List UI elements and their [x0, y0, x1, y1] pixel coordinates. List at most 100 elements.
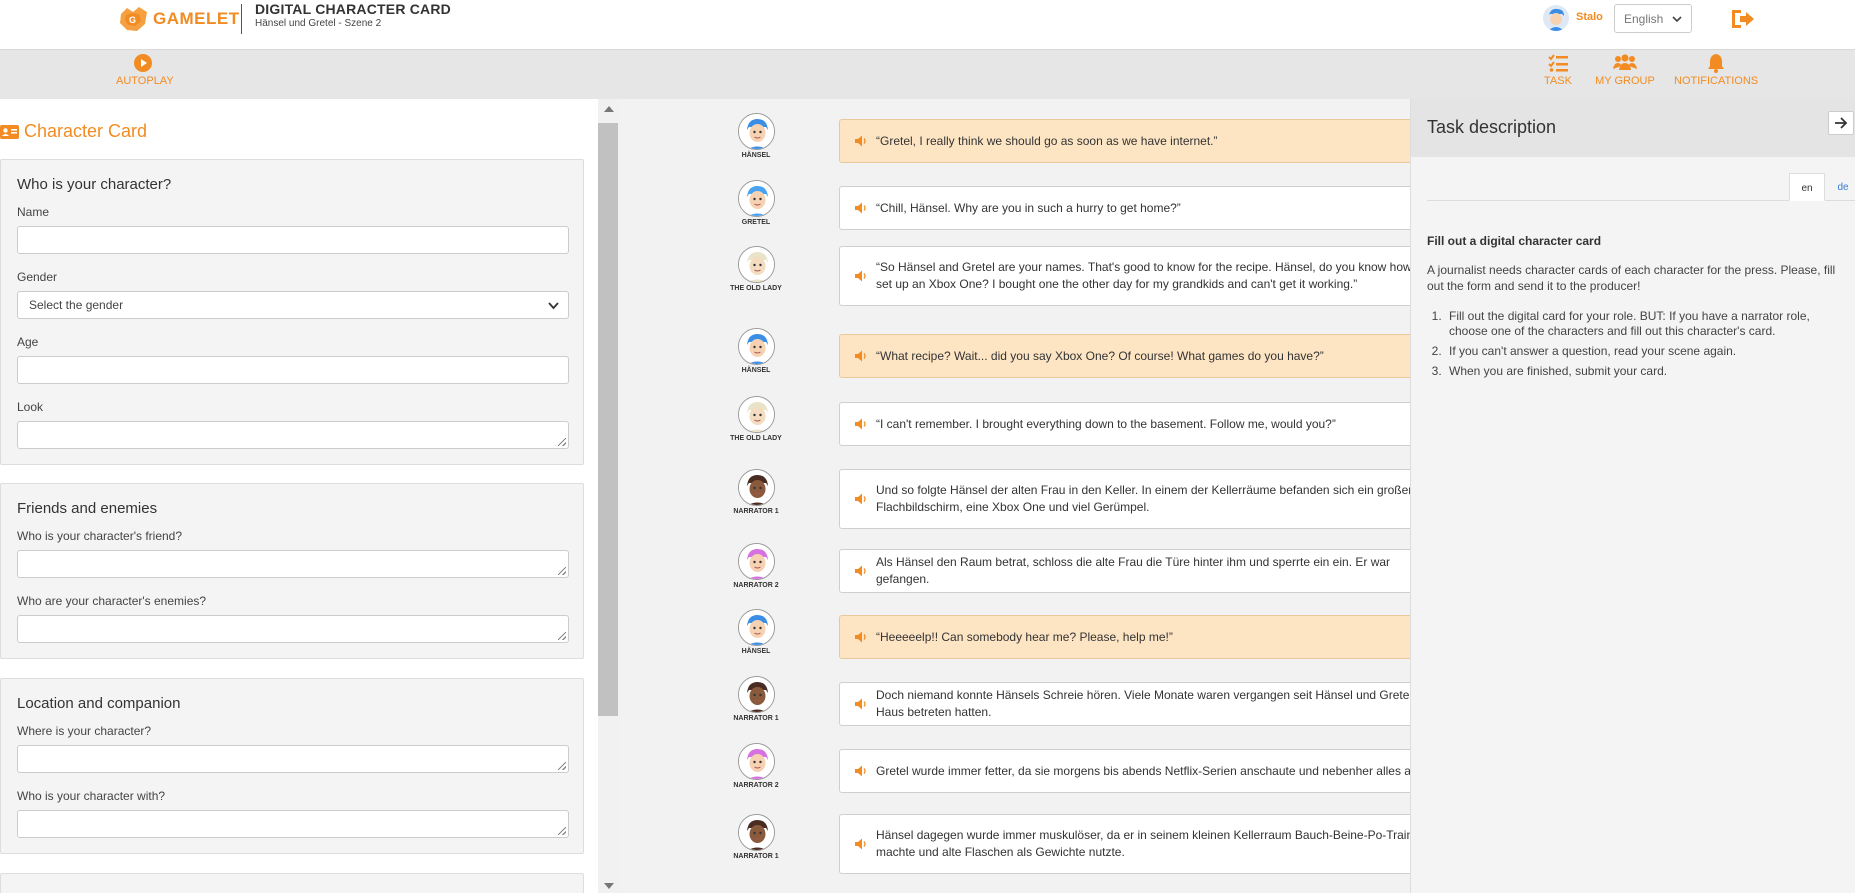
app-title: DIGITAL CHARACTER CARD: [255, 1, 451, 17]
age-label: Age: [17, 335, 39, 349]
speaker-volume-icon[interactable]: [854, 697, 868, 711]
dialogue-line[interactable]: “I can't remember. I brought everything …: [839, 402, 1410, 446]
dialogue-text: Als Hänsel den Raum betrat, schloss die …: [876, 555, 1391, 586]
dialogue-text: Hänsel dagegen wurde immer muskulöser, d…: [876, 828, 1410, 859]
speaker-volume-icon[interactable]: [854, 201, 868, 215]
companion-textarea[interactable]: [17, 810, 569, 838]
task-label: TASK: [1544, 75, 1572, 87]
dialogue-line[interactable]: “Chill, Hänsel. Why are you in such a hu…: [839, 186, 1410, 230]
dialogue-line[interactable]: “What recipe? Wait... did you say Xbox O…: [839, 334, 1410, 378]
speaker: NARRATOR 1: [714, 469, 798, 515]
dialogue-row: HÄNSEL “Heeeeelp!! Can somebody hear me? …: [620, 609, 1410, 659]
dialogue-line[interactable]: Und so folgte Hänsel der alten Frau in d…: [839, 469, 1410, 529]
dialogue-line[interactable]: “So Hänsel and Gretel are your names. Th…: [839, 246, 1410, 306]
dialogue-text: “Chill, Hänsel. Why are you in such a hu…: [876, 200, 1181, 215]
my-group-label: MY GROUP: [1595, 75, 1655, 87]
gender-select-value: Select the gender: [29, 298, 124, 312]
script-dialogue-pane: HÄNSEL “Gretel, I really think we should …: [620, 99, 1410, 893]
my-group-button[interactable]: MY GROUP: [1592, 53, 1658, 87]
language-select[interactable]: English: [1614, 4, 1692, 33]
section-heading: Location and companion: [17, 695, 181, 712]
task-steps: Fill out the digital card for your role.…: [1445, 309, 1845, 384]
dialogue-line[interactable]: Doch niemand konnte Hänsels Schreie höre…: [839, 682, 1410, 726]
speaker-volume-icon[interactable]: [854, 630, 868, 644]
speaker: THE OLD LADY: [714, 396, 798, 442]
speaker-name: THE OLD LADY: [730, 285, 782, 292]
speaker-name: THE OLD LADY: [730, 435, 782, 442]
dialogue-text: “So Hänsel and Gretel are your names. Th…: [876, 260, 1410, 291]
lady-avatar-icon: [737, 396, 775, 433]
chevron-down-icon: [548, 302, 559, 310]
speaker-volume-icon[interactable]: [854, 269, 868, 283]
speaker-name: NARRATOR 1: [733, 715, 779, 722]
task-step: If you can't answer a question, read you…: [1445, 344, 1845, 359]
user-avatar[interactable]: [1543, 5, 1569, 31]
hansel-avatar-icon: [737, 609, 775, 646]
location-textarea[interactable]: [17, 745, 569, 773]
section-location-and-companion: Location and companion Where is your cha…: [0, 678, 584, 854]
enemies-label: Who are your character's enemies?: [17, 594, 207, 608]
scroll-up-arrow[interactable]: [604, 106, 614, 112]
scroll-thumb[interactable]: [598, 123, 618, 716]
location-label: Where is your character?: [17, 724, 152, 738]
bell-icon: [1708, 54, 1724, 73]
scrollbar[interactable]: [598, 99, 620, 893]
dialogue-text: “I can't remember. I brought everything …: [876, 416, 1336, 431]
name-input[interactable]: [17, 226, 569, 254]
speaker-name: NARRATOR 1: [733, 853, 779, 860]
tab-de[interactable]: de: [1829, 173, 1855, 201]
speaker: HÄNSEL: [714, 328, 798, 374]
speaker: HÄNSEL: [714, 113, 798, 159]
svg-text:G: G: [129, 15, 136, 25]
speaker-volume-icon[interactable]: [854, 492, 868, 506]
speaker-volume-icon[interactable]: [854, 564, 868, 578]
task-header: Task description: [1411, 99, 1855, 157]
dialogue-line[interactable]: Hänsel dagegen wurde immer muskulöser, d…: [839, 814, 1410, 874]
look-textarea[interactable]: [17, 421, 569, 449]
collapse-panel-button[interactable]: [1828, 111, 1854, 135]
dialogue-row: HÄNSEL “What recipe? Wait... did you say …: [620, 328, 1410, 378]
speaker-volume-icon[interactable]: [854, 134, 868, 148]
look-label: Look: [17, 400, 44, 414]
friend-textarea[interactable]: [17, 550, 569, 578]
play-icon: [134, 54, 152, 72]
task-step: When you are finished, submit your card.: [1445, 364, 1845, 379]
logout-icon[interactable]: [1729, 7, 1755, 31]
speaker-volume-icon[interactable]: [854, 764, 868, 778]
task-button[interactable]: TASK: [1540, 53, 1576, 87]
narrator2-avatar-icon: [737, 743, 775, 780]
gamelet-logo[interactable]: G GAMELET: [117, 4, 240, 34]
section-friends-and-enemies: Friends and enemies Who is your characte…: [0, 483, 584, 659]
task-step: Fill out the digital card for your role.…: [1445, 309, 1845, 339]
dialogue-line[interactable]: “Gretel, I really think we should go as …: [839, 119, 1410, 163]
name-label: Name: [17, 205, 50, 219]
narrator1-avatar-icon: [737, 814, 775, 851]
character-card-pane: Character Card Who is your character? Na…: [0, 99, 598, 893]
autoplay-button[interactable]: AUTOPLAY: [116, 53, 174, 87]
speaker-volume-icon[interactable]: [854, 349, 868, 363]
dialogue-row: NARRATOR 1 Und so folgte Hänsel der alten…: [620, 469, 1410, 529]
speaker: NARRATOR 2: [714, 543, 798, 589]
narrator1-avatar-icon: [737, 469, 775, 506]
speaker-name: HÄNSEL: [741, 367, 771, 374]
notifications-button[interactable]: NOTIFICATIONS: [1674, 53, 1758, 87]
dialogue-text: Und so folgte Hänsel der alten Frau in d…: [876, 483, 1410, 514]
age-input[interactable]: [17, 356, 569, 384]
enemies-textarea[interactable]: [17, 615, 569, 643]
gamelet-logo-icon: G: [120, 7, 147, 31]
dialogue-line[interactable]: “Heeeeelp!! Can somebody hear me? Please…: [839, 615, 1410, 659]
lady-avatar-icon: [737, 246, 775, 283]
user-name[interactable]: Stalo: [1576, 11, 1603, 23]
scroll-down-arrow[interactable]: [604, 883, 614, 889]
speaker-volume-icon[interactable]: [854, 417, 868, 431]
speaker-volume-icon[interactable]: [854, 837, 868, 851]
task-description-pane: Task description en de Fill out a digita…: [1410, 99, 1855, 893]
dialogue-line[interactable]: Gretel wurde immer fetter, da sie morgen…: [839, 749, 1410, 793]
dialogue-row: NARRATOR 2 Gretel wurde immer fetter, da …: [620, 743, 1410, 793]
users-icon: [1613, 54, 1637, 70]
narrator2-avatar-icon: [737, 543, 775, 580]
gender-select[interactable]: Select the gender: [17, 291, 569, 319]
dialogue-row: NARRATOR 1 Hänsel dagegen wurde immer mus…: [620, 814, 1410, 874]
tab-en[interactable]: en: [1789, 173, 1825, 201]
dialogue-line[interactable]: Als Hänsel den Raum betrat, schloss die …: [839, 549, 1410, 593]
